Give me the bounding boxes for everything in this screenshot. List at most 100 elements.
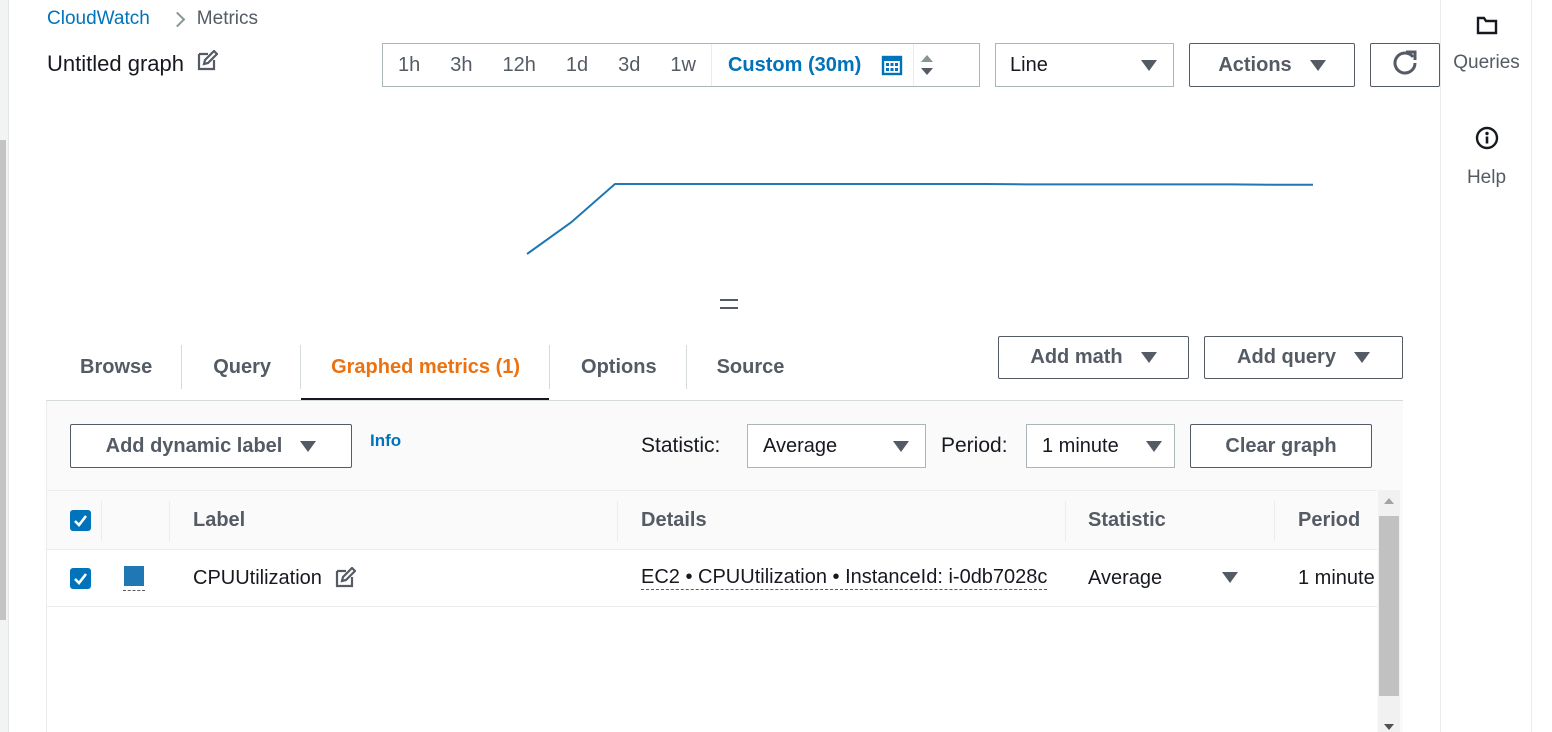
column-divider — [1065, 501, 1066, 541]
rail-queries[interactable]: Queries — [1441, 14, 1532, 74]
caret-down-icon — [1222, 572, 1238, 583]
caret-down-icon — [1309, 59, 1326, 71]
chart-type-select[interactable]: Line — [995, 43, 1174, 87]
stepper-down-icon[interactable] — [920, 68, 933, 75]
right-rail: Queries Help — [1440, 0, 1531, 732]
row-label-cell: CPUUtilization — [193, 550, 356, 606]
statistic-label: Statistic: — [641, 434, 721, 457]
rail-edge — [1531, 0, 1552, 732]
column-divider — [1274, 501, 1275, 541]
column-header-period[interactable]: Period — [1298, 491, 1360, 549]
row-details-cell[interactable]: EC2 • CPUUtilization • InstanceId: i-0db… — [641, 550, 1066, 606]
scroll-down-icon[interactable] — [1384, 724, 1394, 730]
time-range-1h[interactable]: 1h — [383, 44, 435, 86]
period-label: Period: — [941, 434, 1008, 457]
add-dynamic-label-text: Add dynamic label — [105, 434, 283, 457]
row-period: 1 minute — [1298, 566, 1375, 589]
add-query-label: Add query — [1237, 346, 1336, 368]
scroll-up-icon[interactable] — [1384, 498, 1394, 504]
rail-queries-label: Queries — [1453, 52, 1520, 73]
caret-down-icon — [1146, 441, 1162, 452]
row-statistic-select[interactable]: Average — [1088, 550, 1248, 606]
info-icon — [1474, 125, 1500, 157]
graph-title: Untitled graph — [47, 51, 184, 76]
line-chart — [526, 183, 1313, 255]
left-scroll-strip — [0, 0, 9, 732]
time-range-stepper[interactable] — [913, 44, 939, 86]
add-dynamic-label-button[interactable]: Add dynamic label — [70, 424, 352, 468]
breadcrumb-current: Metrics — [196, 8, 259, 29]
resize-handle-icon[interactable] — [720, 299, 738, 309]
checkmark-icon — [70, 567, 91, 589]
calendar-icon[interactable] — [867, 44, 913, 86]
stepper-up-icon[interactable] — [920, 55, 933, 62]
table-row: CPUUtilization EC2 • CPUUtilization • In… — [47, 550, 1377, 607]
chart-type-value: Line — [1010, 53, 1048, 76]
metrics-table-header: Label Details Statistic Period — [47, 490, 1377, 550]
row-checkbox[interactable] — [70, 550, 91, 606]
caret-down-icon — [1140, 352, 1157, 363]
tab-query[interactable]: Query — [182, 334, 300, 400]
edit-title-icon[interactable] — [196, 49, 219, 78]
metrics-table-body: CPUUtilization EC2 • CPUUtilization • In… — [47, 550, 1377, 732]
page-scrollbar-thumb[interactable] — [0, 140, 6, 620]
time-range-12h[interactable]: 12h — [488, 44, 551, 86]
row-details: EC2 • CPUUtilization • InstanceId: i-0db… — [641, 566, 1048, 590]
time-range-3h[interactable]: 3h — [435, 44, 487, 86]
chevron-right-icon — [169, 11, 186, 27]
breadcrumb-cloudwatch-link[interactable]: CloudWatch — [47, 8, 150, 30]
time-range-1d[interactable]: 1d — [551, 44, 603, 86]
add-query-button[interactable]: Add query — [1204, 336, 1403, 379]
refresh-icon — [1391, 48, 1419, 82]
metric-tabs: Browse Query Graphed metrics (1) Options… — [46, 334, 814, 401]
column-header-details[interactable]: Details — [641, 491, 707, 549]
actions-button[interactable]: Actions — [1189, 43, 1355, 87]
refresh-button[interactable] — [1370, 43, 1440, 87]
caret-down-icon — [1141, 60, 1157, 71]
rail-help-label: Help — [1466, 167, 1507, 188]
select-all-checkbox[interactable] — [70, 491, 91, 549]
column-divider — [169, 501, 170, 541]
time-range-custom[interactable]: Custom (30m) — [710, 44, 867, 86]
row-label: CPUUtilization — [193, 566, 322, 589]
rail-help[interactable]: Help — [1441, 125, 1532, 189]
row-period-cell[interactable]: 1 minute — [1298, 550, 1377, 606]
column-divider — [101, 501, 102, 541]
tab-browse[interactable]: Browse — [46, 334, 181, 400]
series-color-swatch — [124, 565, 144, 586]
column-header-statistic[interactable]: Statistic — [1088, 491, 1166, 549]
clear-graph-label: Clear graph — [1225, 434, 1337, 457]
caret-down-icon — [893, 441, 909, 452]
period-value: 1 minute — [1042, 434, 1119, 457]
clear-graph-button[interactable]: Clear graph — [1190, 424, 1372, 468]
statistic-value: Average — [763, 434, 838, 457]
swatch-underline — [123, 589, 145, 591]
time-range-1w[interactable]: 1w — [655, 44, 711, 86]
metric-graph[interactable] — [46, 104, 1403, 291]
add-math-label: Add math — [1030, 346, 1123, 368]
caret-down-icon — [1353, 352, 1370, 363]
checkmark-icon — [70, 509, 91, 531]
column-header-label[interactable]: Label — [193, 491, 245, 549]
time-range-selector: 1h 3h 12h 1d 3d 1w Custom (30m) — [382, 43, 980, 87]
tab-graphed-metrics[interactable]: Graphed metrics (1) — [301, 334, 549, 401]
actions-label: Actions — [1218, 53, 1292, 76]
row-statistic: Average — [1088, 566, 1163, 589]
folder-icon — [1475, 14, 1499, 42]
tab-source[interactable]: Source — [687, 334, 814, 400]
info-link[interactable]: Info — [370, 431, 401, 451]
series-line — [526, 183, 1313, 255]
table-scrollbar[interactable] — [1378, 490, 1400, 732]
period-select[interactable]: 1 minute — [1026, 424, 1175, 468]
caret-down-icon — [300, 440, 317, 452]
add-math-button[interactable]: Add math — [998, 336, 1189, 379]
breadcrumb: CloudWatch Metrics — [47, 6, 258, 32]
time-range-3d[interactable]: 3d — [603, 44, 655, 86]
graph-title-container: Untitled graph — [47, 49, 219, 78]
column-divider — [617, 501, 618, 541]
statistic-select[interactable]: Average — [747, 424, 926, 468]
edit-label-icon[interactable] — [334, 567, 356, 589]
table-scrollbar-thumb[interactable] — [1379, 516, 1399, 696]
tab-options[interactable]: Options — [550, 334, 686, 400]
series-color-picker[interactable] — [123, 550, 145, 606]
